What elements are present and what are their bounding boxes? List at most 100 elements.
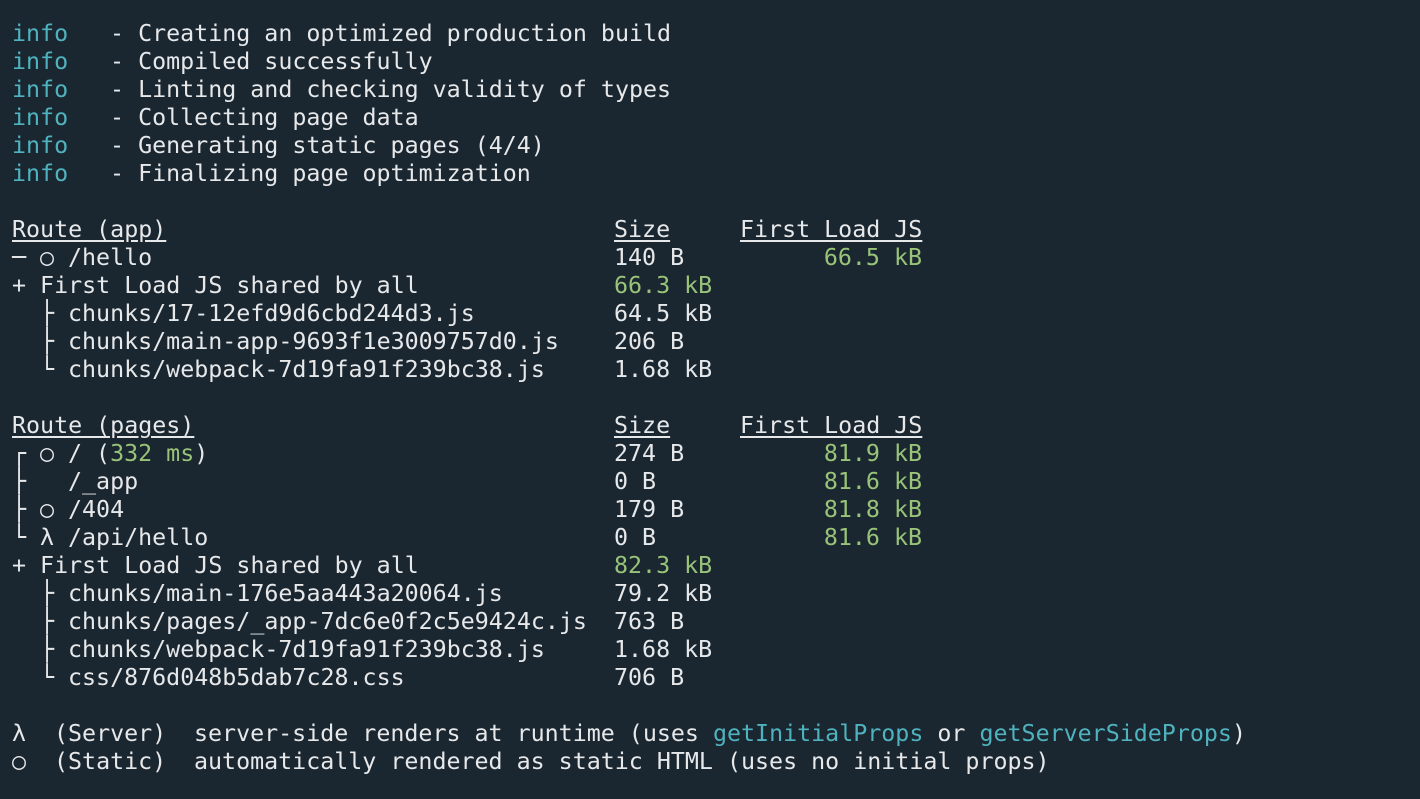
- route-row: └ λ /api/hello 0 B 81.6 kB: [12, 524, 922, 552]
- log-line: info - Compiled successfully: [12, 48, 433, 76]
- route-type-icon: ○: [40, 496, 55, 523]
- tree-connector: ├: [40, 580, 55, 607]
- log-message: - Generating static pages (4/4): [96, 132, 545, 159]
- legend-line: λ (Server) server-side renders at runtim…: [12, 720, 1246, 748]
- shared-label: + First Load JS shared by all: [12, 552, 419, 579]
- chunk-size: 706 B: [614, 664, 685, 691]
- tree-connector: ├: [40, 608, 55, 635]
- chunk-size: 64.5 kB: [614, 300, 713, 327]
- log-message: - Creating an optimized production build: [96, 20, 672, 47]
- chunk-size: 206 B: [614, 328, 685, 355]
- route-size: 274 B: [614, 440, 685, 467]
- log-message: - Finalizing page optimization: [96, 160, 531, 187]
- route-type-icon: [40, 468, 54, 496]
- route-type-icon: λ: [40, 524, 55, 551]
- tree-connector: └: [40, 356, 55, 383]
- legend-kind: (Static): [54, 748, 167, 775]
- route-first-load: 81.8 kB: [823, 496, 922, 523]
- log-message: - Collecting page data: [96, 104, 419, 131]
- tree-connector: ├: [40, 328, 55, 355]
- chunk-size: 1.68 kB: [614, 636, 713, 663]
- chunk-name: chunks/17-12efd9d6cbd244d3.js: [68, 300, 475, 327]
- route-column-header: Route (app): [12, 216, 167, 243]
- legend-description: server-side renders at runtime (uses get…: [194, 720, 1246, 748]
- chunk-name: css/876d048b5dab7c28.css: [68, 664, 405, 691]
- legend-line: ○ (Static) automatically rendered as sta…: [12, 748, 1050, 776]
- chunk-row: └ chunks/webpack-7d19fa91f239bc38.js 1.6…: [12, 356, 712, 384]
- chunk-name: chunks/webpack-7d19fa91f239bc38.js: [68, 356, 545, 383]
- route-path: /_app: [68, 468, 139, 495]
- log-level: info: [12, 104, 69, 131]
- circle-icon: ○: [12, 748, 27, 775]
- route-size: 140 B: [614, 244, 685, 271]
- chunk-size: 1.68 kB: [614, 356, 713, 383]
- tree-connector: ┌: [12, 440, 27, 467]
- tree-connector: ─: [12, 244, 27, 271]
- legend-kind: (Server): [54, 720, 167, 747]
- route-path: /hello: [68, 244, 153, 271]
- log-line: info - Collecting page data: [12, 104, 419, 132]
- tree-connector: ├: [40, 636, 55, 663]
- tree-connector: ├: [12, 468, 27, 495]
- route-first-load: 81.6 kB: [823, 524, 922, 551]
- log-level: info: [12, 76, 69, 103]
- shared-label: + First Load JS shared by all: [12, 272, 419, 299]
- chunk-name: chunks/main-app-9693f1e3009757d0.js: [68, 328, 559, 355]
- chunk-row: ├ chunks/webpack-7d19fa91f239bc38.js 1.6…: [12, 636, 712, 664]
- lambda-icon: λ: [12, 720, 27, 747]
- route-first-load: 81.9 kB: [823, 440, 922, 467]
- log-line: info - Linting and checking validity of …: [12, 76, 671, 104]
- legend-description: automatically rendered as static HTML (u…: [194, 748, 1050, 775]
- legend-text: ): [1231, 720, 1246, 747]
- chunk-name: chunks/webpack-7d19fa91f239bc38.js: [68, 636, 545, 663]
- route-path: /404: [68, 496, 125, 523]
- terminal-window: info - Creating an optimized production …: [0, 0, 1420, 799]
- chunk-name: chunks/pages/_app-7dc6e0f2c5e9424c.js: [68, 608, 587, 635]
- shared-size: 66.3 kB: [614, 272, 713, 299]
- legend-text: server-side renders at runtime (uses: [194, 720, 713, 747]
- route-timing: 332 ms: [110, 440, 195, 467]
- chunk-name: chunks/main-176e5aa443a20064.js: [68, 580, 503, 607]
- shared-row: + First Load JS shared by all 66.3 kB: [12, 272, 712, 300]
- legend-text: or: [923, 720, 980, 747]
- route-type-icon: ○: [40, 440, 55, 467]
- route-path-text: / (: [68, 440, 111, 467]
- first-load-column-header: First Load JS: [740, 412, 923, 439]
- route-size: 179 B: [614, 496, 685, 523]
- app-table-header: Route (app) Size First Load JS: [12, 216, 922, 244]
- route-path: / (332 ms): [68, 440, 208, 468]
- route-type-icon: ○: [40, 244, 55, 271]
- route-first-load: 81.6 kB: [823, 468, 922, 495]
- shared-row: + First Load JS shared by all 82.3 kB: [12, 552, 712, 580]
- size-column-header: Size: [614, 216, 671, 243]
- log-line: info - Generating static pages (4/4): [12, 132, 545, 160]
- log-message: - Linting and checking validity of types: [96, 76, 672, 103]
- route-size: 0 B: [614, 524, 657, 551]
- route-row: ─ ○ /hello 140 B 66.5 kB: [12, 244, 922, 272]
- route-row: ├ /_app 0 B 81.6 kB: [12, 468, 922, 496]
- chunk-row: ├ chunks/pages/_app-7dc6e0f2c5e9424c.js …: [12, 608, 684, 636]
- chunk-size: 79.2 kB: [614, 580, 713, 607]
- chunk-row: ├ chunks/main-176e5aa443a20064.js 79.2 k…: [12, 580, 712, 608]
- route-size: 0 B: [614, 468, 657, 495]
- route-path: /api/hello: [68, 524, 209, 551]
- tree-connector: └: [12, 524, 27, 551]
- chunk-row: ├ chunks/main-app-9693f1e3009757d0.js 20…: [12, 328, 684, 356]
- route-first-load: 66.5 kB: [823, 244, 922, 271]
- log-level: info: [12, 160, 69, 187]
- route-path-suffix: ): [194, 440, 209, 467]
- route-row: ├ ○ /404 179 B 81.8 kB: [12, 496, 922, 524]
- log-level: info: [12, 48, 69, 75]
- legend-code: getInitialProps: [712, 720, 924, 747]
- shared-size: 82.3 kB: [614, 552, 713, 579]
- log-level: info: [12, 132, 69, 159]
- chunk-size: 763 B: [614, 608, 685, 635]
- route-column-header: Route (pages): [12, 412, 195, 439]
- log-level: info: [12, 20, 69, 47]
- log-line: info - Finalizing page optimization: [12, 160, 531, 188]
- log-line: info - Creating an optimized production …: [12, 20, 671, 48]
- chunk-row: └ css/876d048b5dab7c28.css 706 B: [12, 664, 684, 692]
- size-column-header: Size: [614, 412, 671, 439]
- tree-connector: ├: [40, 300, 55, 327]
- log-message: - Compiled successfully: [96, 48, 433, 75]
